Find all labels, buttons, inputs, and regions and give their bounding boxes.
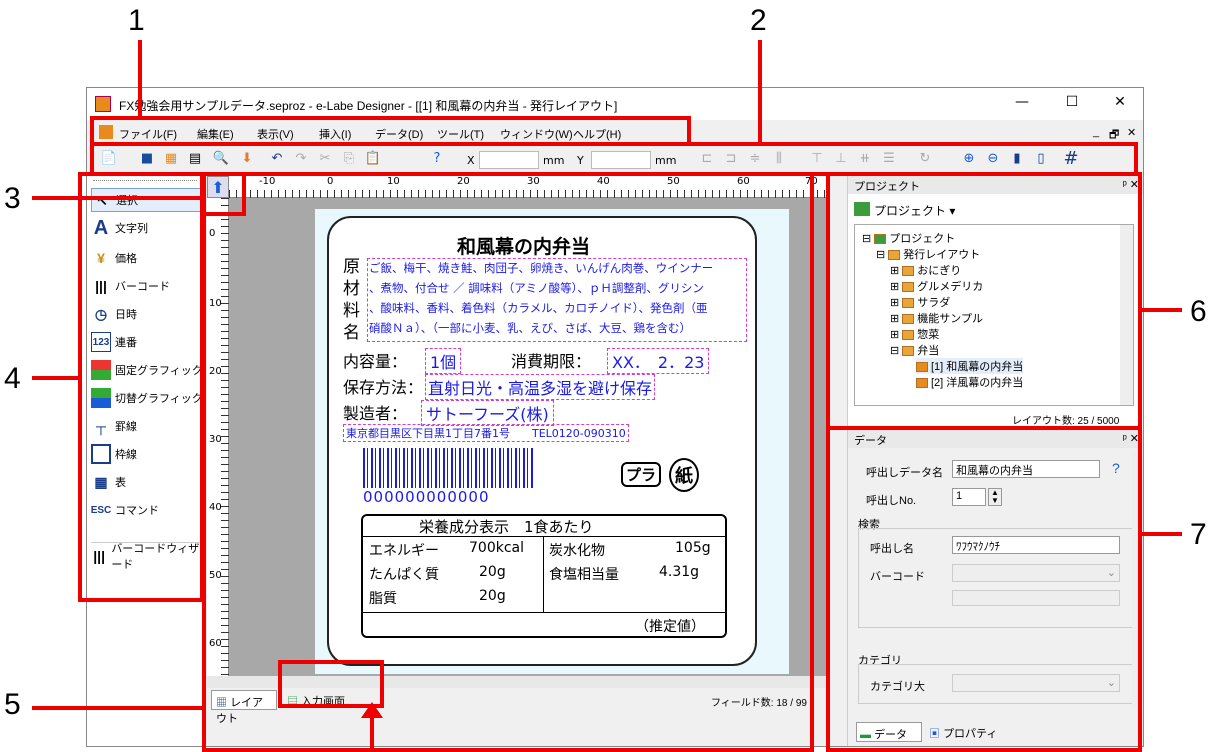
- close-button[interactable]: ✕: [1105, 94, 1135, 110]
- mdi-minimize[interactable]: _: [1093, 126, 1099, 138]
- leader-2: [758, 40, 762, 144]
- minimize-button[interactable]: —: [1007, 94, 1037, 110]
- mdi-close[interactable]: ✕: [1127, 126, 1136, 139]
- callout-6: 6: [1190, 295, 1207, 328]
- leader-6: [1140, 308, 1182, 312]
- leader-7: [1140, 532, 1182, 536]
- callout-5: 5: [4, 688, 21, 721]
- callout-4: 4: [4, 362, 21, 395]
- callout-3: 3: [4, 182, 21, 215]
- callout-1: 1: [128, 4, 145, 37]
- app-icon: [95, 96, 111, 112]
- window-title: FX勉強会用サンプルデータ.seproz - e-Labe Designer -…: [119, 99, 618, 113]
- callout-7: 7: [1190, 518, 1207, 551]
- highlight-toolbar: [90, 142, 1138, 176]
- highlight-input-tab: [278, 660, 384, 708]
- maximize-button[interactable]: ☐: [1057, 94, 1087, 110]
- leader-5: [32, 706, 204, 710]
- leader-4: [32, 376, 80, 380]
- arrow-up-icon: [361, 702, 383, 718]
- highlight-data: [826, 426, 1142, 752]
- highlight-tools: [78, 172, 204, 602]
- leader-1: [138, 40, 142, 118]
- callout-2: 2: [750, 4, 767, 37]
- highlight-project: [826, 172, 1142, 430]
